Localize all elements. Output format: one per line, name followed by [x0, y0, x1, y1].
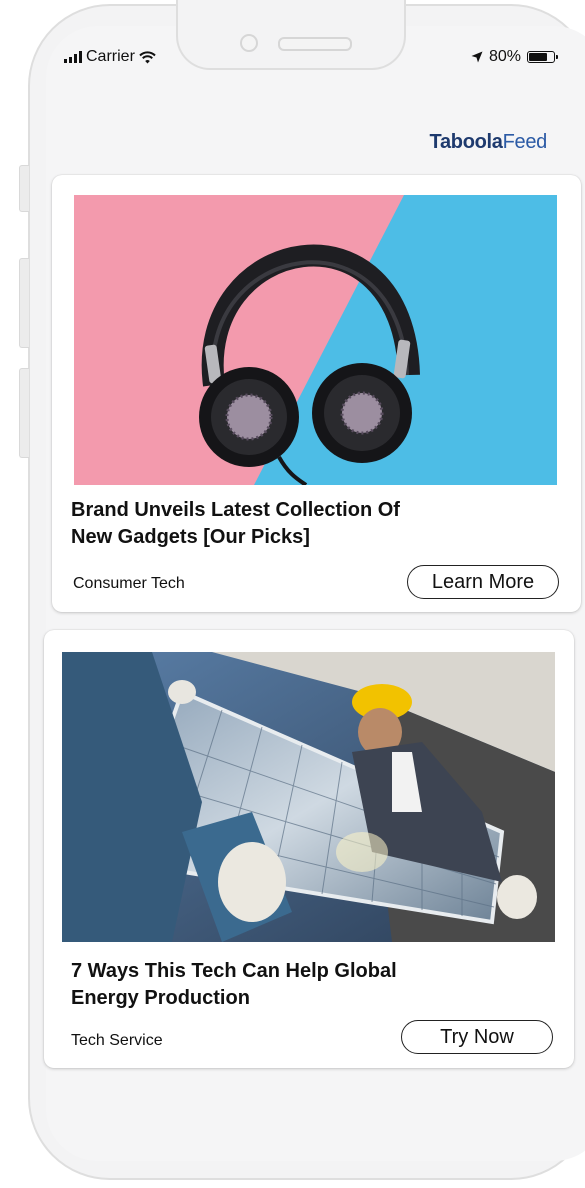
card-title-line-2: New Gadgets [Our Picks]: [71, 526, 310, 548]
carrier-label: Carrier: [86, 48, 135, 65]
feed-card[interactable]: Brand Unveils Latest Collection Of New G…: [52, 175, 581, 612]
card-source: Consumer Tech: [73, 575, 185, 592]
card-title-line-1: 7 Ways This Tech Can Help Global: [71, 960, 397, 982]
status-bar-right: 80%: [471, 48, 558, 66]
feed-card[interactable]: 7 Ways This Tech Can Help Global Energy …: [44, 630, 574, 1068]
volume-down-button: [19, 368, 29, 458]
card-title[interactable]: 7 Ways This Tech Can Help Global Energy …: [71, 958, 541, 1012]
try-now-button[interactable]: Try Now: [401, 1020, 553, 1054]
logo-wordmark: Taboola: [429, 131, 503, 153]
status-bar-left: Carrier: [64, 48, 156, 66]
solar-panel-image[interactable]: [62, 652, 555, 942]
front-camera-icon: [240, 34, 258, 52]
card-title-line-2: Energy Production: [71, 987, 250, 1009]
card-source: Tech Service: [71, 1032, 163, 1049]
solar-panel-illustration: [62, 652, 555, 942]
taboola-feed-logo: TaboolaFeed: [429, 131, 548, 154]
card-title-line-1: Brand Unveils Latest Collection Of: [71, 499, 400, 521]
headphones-illustration: [74, 195, 557, 485]
battery-percent: 80%: [488, 48, 521, 65]
logo-feed-label: Feed: [502, 131, 548, 153]
learn-more-button[interactable]: Learn More: [407, 565, 559, 599]
card-title[interactable]: Brand Unveils Latest Collection Of New G…: [71, 497, 541, 551]
mute-switch: [19, 165, 29, 212]
phone-notch: [176, 0, 406, 70]
battery-icon: [527, 51, 558, 63]
signal-icon: [64, 51, 82, 63]
volume-up-button: [19, 258, 29, 348]
location-arrow-icon: [471, 51, 483, 63]
headphones-image[interactable]: [74, 195, 557, 485]
speaker-grille: [278, 37, 352, 51]
wifi-icon: [139, 50, 156, 63]
battery-level-fill: [529, 53, 548, 61]
